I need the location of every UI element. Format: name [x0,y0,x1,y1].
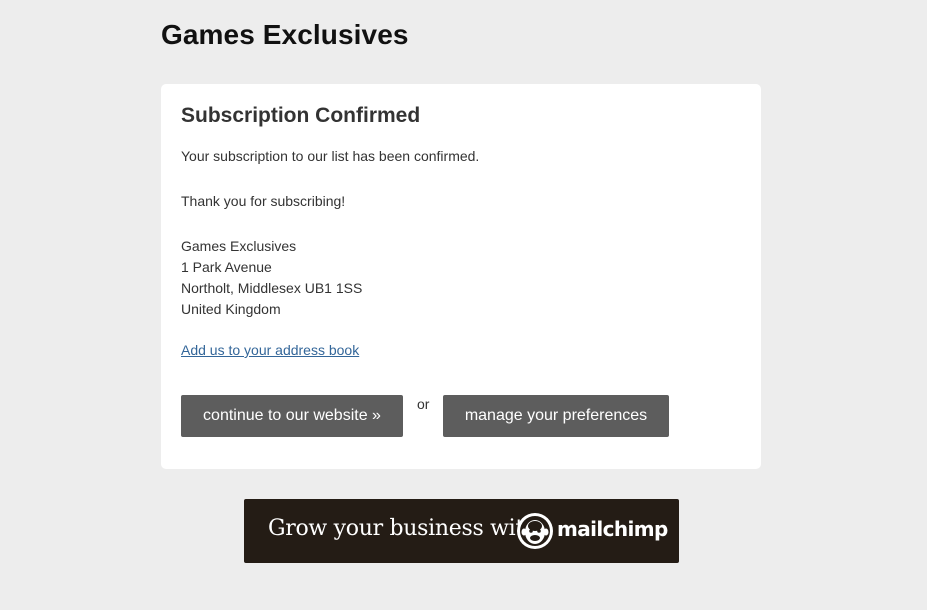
address-book-link[interactable]: Add us to your address book [181,342,359,358]
manage-preferences-button[interactable]: manage your preferences [443,395,669,437]
banner-tagline: Grow your business with [268,516,538,541]
mailchimp-freddie-icon [517,513,553,549]
address-name: Games Exclusives [181,238,297,254]
address-line1: 1 Park Avenue [181,259,272,275]
brand-title: Games Exclusives [161,19,409,50]
address-country: United Kingdom [181,301,281,317]
continue-to-website-button[interactable]: continue to our website » [181,395,403,437]
page: Games Exclusives Subscription Confirmed … [0,0,927,610]
or-separator: or [417,396,430,412]
thanks-message: Thank you for subscribing! [181,193,346,209]
banner-brand-word: mailchimp [557,517,668,541]
confirmation-message: Your subscription to our list has been c… [181,148,480,164]
address-line2: Northolt, Middlesex UB1 1SS [181,280,363,296]
confirmation-card: Subscription Confirmed Your subscription… [161,84,761,469]
card-title: Subscription Confirmed [181,104,421,127]
mailchimp-banner[interactable]: Grow your business with mailchimp [244,499,679,563]
